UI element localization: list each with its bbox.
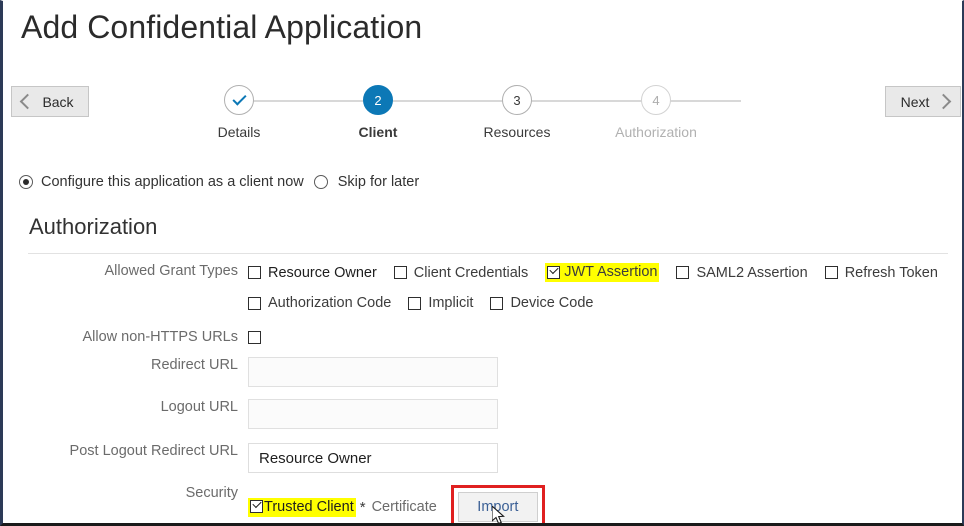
checkbox-device-code-label: Device Code <box>510 295 594 311</box>
checkbox-device-code[interactable]: Device Code <box>490 295 593 311</box>
allow-non-https-urls-label: Allow non-HTTPS URLs <box>82 329 238 345</box>
checkbox-authorization-code[interactable]: Authorization Code <box>248 295 391 311</box>
checkbox-saml2-assertion-box[interactable] <box>676 266 690 279</box>
checkbox-resource-owner-label: Resource Owner <box>268 264 377 281</box>
step-2-circle: 2 <box>363 85 393 115</box>
step-1-circle <box>224 85 254 115</box>
section-divider <box>28 253 948 254</box>
checkbox-authorization-code-box[interactable] <box>248 296 261 310</box>
checkbox-allow-non-https-urls[interactable] <box>248 331 261 344</box>
import-button[interactable]: Import <box>457 492 538 522</box>
security-controls: Trusted Client * Certificate Import <box>248 485 962 523</box>
post-logout-redirect-url-label: Post Logout Redirect URL <box>69 443 238 459</box>
checkbox-saml2-assertion-label: SAML2 Assertion <box>696 264 808 281</box>
field-allowed-grant-types: Allowed Grant Types Resource Owner Clien… <box>3 263 962 282</box>
checkbox-implicit-box[interactable] <box>408 296 422 310</box>
stepper-step-resources[interactable]: 3 Resources <box>462 85 572 140</box>
step-2-label: Client <box>358 124 398 140</box>
grant-types-row-2-wrapper: Authorization Code Implicit Device Code <box>3 295 962 311</box>
step-3-circle: 3 <box>502 85 532 115</box>
stepper-connector-3-4 <box>517 100 741 102</box>
checkbox-client-credentials[interactable]: Client Credentials <box>393 264 529 281</box>
checkbox-trusted-client-box[interactable] <box>250 500 263 513</box>
field-security: Security Trusted Client * Certificate Im… <box>3 485 962 523</box>
back-button-label: Back <box>42 93 74 110</box>
radio-skip-for-later[interactable] <box>313 175 328 189</box>
checkbox-authorization-code-label: Authorization Code <box>268 295 392 311</box>
client-mode-radio-group: Configure this application as a client n… <box>19 174 419 190</box>
checkbox-device-code-box[interactable] <box>490 296 504 310</box>
logout-url-label: Logout URL <box>160 399 238 415</box>
check-icon <box>231 91 247 106</box>
stepper-step-client[interactable]: 2 Client <box>323 85 433 140</box>
checkbox-client-credentials-label: Client Credentials <box>413 264 529 281</box>
step-3-label: Resources <box>483 124 551 140</box>
allowed-grant-types-label: Allowed Grant Types <box>104 263 238 279</box>
security-label: Security <box>185 485 238 501</box>
radio-skip-for-later-label: Skip for later <box>337 174 420 190</box>
field-allow-non-https-urls: Allow non-HTTPS URLs <box>3 329 962 347</box>
step-4-circle: 4 <box>641 85 671 115</box>
stepper-step-details[interactable]: Details <box>184 85 294 140</box>
checkbox-implicit-label: Implicit <box>428 295 474 311</box>
section-title-authorization: Authorization <box>29 214 158 239</box>
checkbox-jwt-assertion-label: JWT Assertion <box>564 264 658 280</box>
checkbox-trusted-client-label: Trusted Client <box>264 498 354 515</box>
next-button[interactable]: Next <box>885 86 961 117</box>
checkbox-refresh-token-label: Refresh Token <box>844 264 938 281</box>
field-post-logout-redirect-url: Post Logout Redirect URL Resource Owner <box>3 443 962 473</box>
logout-url-input[interactable] <box>248 399 498 429</box>
step-1-label: Details <box>217 124 261 140</box>
step-4-label: Authorization <box>615 124 697 140</box>
chevron-left-icon <box>20 93 36 110</box>
radio-configure-now-label: Configure this application as a client n… <box>41 174 304 190</box>
back-button[interactable]: Back <box>11 86 89 117</box>
checkbox-jwt-assertion-box[interactable] <box>547 265 561 279</box>
checkbox-refresh-token[interactable]: Refresh Token <box>824 264 938 281</box>
chevron-right-icon <box>936 93 952 110</box>
wizard-stepper: Details 2 Client 3 Resources 4 Authoriza… <box>153 85 853 155</box>
redirect-url-input[interactable] <box>248 357 498 387</box>
checkbox-trusted-client[interactable]: Trusted Client <box>248 497 356 517</box>
field-logout-url: Logout URL <box>3 399 962 429</box>
checkbox-client-credentials-box[interactable] <box>393 266 407 279</box>
checkbox-resource-owner[interactable]: Resource Owner <box>248 265 377 281</box>
redirect-url-label: Redirect URL <box>150 357 238 373</box>
field-redirect-url: Redirect URL <box>3 357 962 387</box>
checkbox-refresh-token-box[interactable] <box>824 266 838 279</box>
checkbox-implicit[interactable]: Implicit <box>408 295 473 311</box>
radio-configure-now[interactable] <box>19 175 33 189</box>
import-button-callout: Import <box>450 485 545 523</box>
grant-types-row-1: Resource Owner Client Credentials JWT As… <box>248 263 962 282</box>
post-logout-redirect-url-input[interactable]: Resource Owner <box>248 443 498 473</box>
grant-types-row-2: Authorization Code Implicit Device Code <box>248 295 962 311</box>
page-title: Add Confidential Application <box>21 9 423 45</box>
checkbox-saml2-assertion[interactable]: SAML2 Assertion <box>676 264 808 281</box>
checkbox-resource-owner-box[interactable] <box>248 266 261 279</box>
required-marker: * <box>359 498 366 516</box>
stepper-step-authorization: 4 Authorization <box>601 85 711 140</box>
add-confidential-application-page: Add Confidential Application Back Next D… <box>0 0 964 526</box>
checkbox-jwt-assertion[interactable]: JWT Assertion <box>545 263 660 282</box>
certificate-label: Certificate <box>371 499 437 515</box>
next-button-label: Next <box>900 93 930 110</box>
